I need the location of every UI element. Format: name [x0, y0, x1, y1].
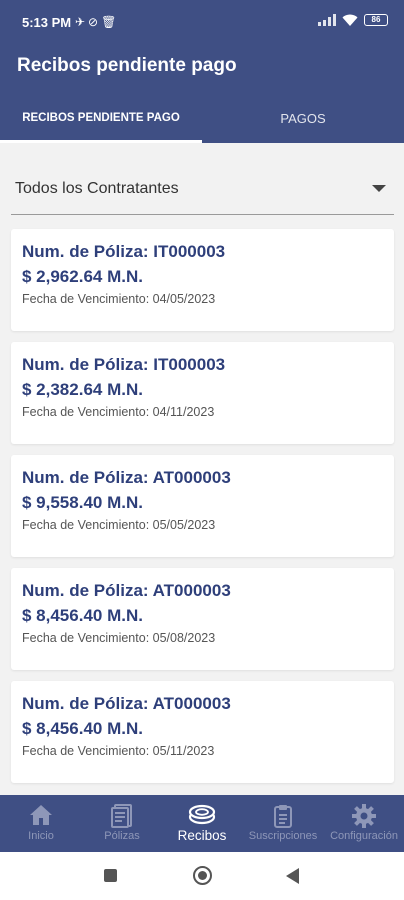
receipt-card[interactable]: Num. de Póliza: AT000003 $ 9,558.40 M.N.… [11, 455, 394, 557]
nav-label: Suscripciones [248, 830, 318, 842]
receipt-card[interactable]: Num. de Póliza: IT000003 $ 2,962.64 M.N.… [11, 229, 394, 331]
battery-level: 86 [371, 15, 381, 24]
receipts-content: Todos los Contratantes Num. de Póliza: I… [0, 143, 404, 795]
notification-icons: ✈⊘🗑 [75, 15, 120, 29]
receipt-amount: $ 8,456.40 M.N. [22, 606, 143, 625]
receipt-amount: $ 8,456.40 M.N. [22, 719, 143, 738]
status-bar: 5:13 PM ✈⊘🗑 86 [0, 0, 404, 40]
receipt-card[interactable]: Num. de Póliza: AT000003 $ 8,456.40 M.N.… [11, 681, 394, 783]
gear-icon [352, 804, 376, 828]
nav-label: Configuración [330, 830, 398, 842]
policy-number: Num. de Póliza: IT000003 [22, 355, 226, 374]
bottom-navigation: Inicio Pólizas Recibos Suscripciones Con… [0, 795, 404, 852]
receipt-amount: $ 9,558.40 M.N. [22, 493, 143, 512]
receipt-amount: $ 2,382.64 M.N. [22, 380, 143, 399]
dropdown-selected-value: Todos los Contratantes [15, 180, 179, 197]
coins-icon [188, 804, 216, 825]
document-icon [111, 804, 132, 828]
signal-icon [318, 14, 336, 26]
nav-item-inicio[interactable]: Inicio [0, 795, 82, 852]
tab-recibos-pendiente-pago[interactable]: RECIBOS PENDIENTE PAGO [0, 102, 202, 143]
app-bar: Recibos pendiente pago RECIBOS PENDIENTE… [0, 40, 404, 143]
policy-number: Num. de Póliza: AT000003 [22, 581, 231, 600]
nav-label: Inicio [28, 830, 54, 842]
policy-number: Num. de Póliza: IT000003 [22, 242, 226, 261]
due-date: Fecha de Vencimiento: 05/05/2023 [22, 518, 216, 532]
due-date: Fecha de Vencimiento: 05/08/2023 [22, 631, 216, 645]
receipt-card[interactable]: Num. de Póliza: AT000003 $ 8,456.40 M.N.… [11, 568, 394, 670]
status-time: 5:13 PM [22, 15, 72, 30]
nav-item-suscripciones[interactable]: Suscripciones [242, 795, 324, 852]
tab-pagos[interactable]: PAGOS [202, 102, 404, 143]
nav-item-configuracion[interactable]: Configuración [324, 795, 404, 852]
policy-number: Num. de Póliza: AT000003 [22, 694, 231, 713]
battery-icon: 86 [364, 14, 388, 26]
nav-item-polizas[interactable]: Pólizas [82, 795, 162, 852]
nav-item-recibos[interactable]: Recibos [162, 795, 242, 852]
nav-label: Recibos [177, 828, 227, 843]
due-date: Fecha de Vencimiento: 05/11/2023 [22, 744, 215, 758]
back-icon[interactable] [286, 868, 299, 884]
policy-number: Num. de Póliza: AT000003 [22, 468, 231, 487]
recents-icon[interactable] [104, 869, 117, 882]
home-button-icon[interactable] [193, 866, 212, 885]
contratantes-dropdown[interactable]: Todos los Contratantes [11, 173, 394, 215]
nav-label: Pólizas [104, 830, 140, 842]
system-navigation-bar [0, 852, 404, 900]
due-date: Fecha de Vencimiento: 04/11/2023 [22, 405, 215, 419]
receipt-card[interactable]: Num. de Póliza: IT000003 $ 2,382.64 M.N.… [11, 342, 394, 444]
wifi-icon [342, 14, 358, 26]
page-title: Recibos pendiente pago [17, 55, 237, 76]
clipboard-icon [274, 805, 292, 828]
due-date: Fecha de Vencimiento: 04/05/2023 [22, 292, 216, 306]
home-icon [30, 805, 52, 825]
status-right-icons: 86 [318, 14, 388, 26]
receipt-amount: $ 2,962.64 M.N. [22, 267, 143, 286]
dropdown-arrow-icon [372, 185, 386, 192]
